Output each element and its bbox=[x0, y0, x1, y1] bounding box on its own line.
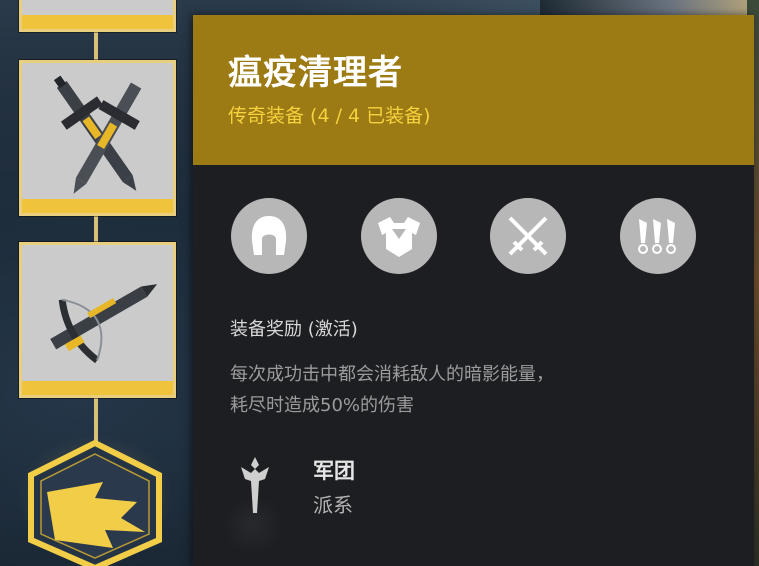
crossed-swords-icon[interactable] bbox=[490, 198, 566, 274]
set-title: 瘟疫清理者 bbox=[228, 53, 403, 93]
set-emblem-hex-slot[interactable] bbox=[25, 440, 165, 566]
equipment-slot-swords[interactable] bbox=[19, 60, 176, 216]
throwing-knives-icon[interactable] bbox=[620, 198, 696, 274]
slot-rarity-bar bbox=[22, 381, 173, 395]
background-scenery-top bbox=[540, 0, 759, 16]
set-bonus-description-line-1: 每次成功击中都会消耗敌人的暗影能量， bbox=[230, 364, 554, 385]
set-subtitle: 传奇装备 (4 / 4 已装备) bbox=[228, 105, 431, 127]
faction-type-label: 派系 bbox=[313, 493, 353, 517]
chest-armor-icon[interactable] bbox=[361, 198, 437, 274]
set-bonus-description-line-2: 耗尽时造成50%的伤害 bbox=[230, 395, 415, 416]
slot-rarity-bar bbox=[22, 15, 173, 29]
crossbow-icon bbox=[50, 284, 158, 364]
set-bonus-heading: 装备奖励 (激活) bbox=[230, 319, 358, 340]
tooltip-header: 瘟疫清理者 传奇装备 (4 / 4 已装备) bbox=[193, 15, 754, 165]
helmet-icon[interactable] bbox=[231, 198, 307, 274]
dual-swords-icon bbox=[53, 75, 142, 194]
set-tooltip-panel: 瘟疫清理者 传奇装备 (4 / 4 已装备) 装备奖励 (激活) 每次成功击中都… bbox=[193, 15, 754, 566]
equipment-slot-crossbow[interactable] bbox=[19, 242, 176, 398]
legion-faction-icon bbox=[241, 457, 269, 513]
set-gear-icons bbox=[193, 198, 754, 278]
slot-rarity-bar bbox=[22, 199, 173, 213]
faction-name: 军团 bbox=[313, 459, 355, 483]
equipment-slot-partial[interactable] bbox=[19, 0, 176, 32]
